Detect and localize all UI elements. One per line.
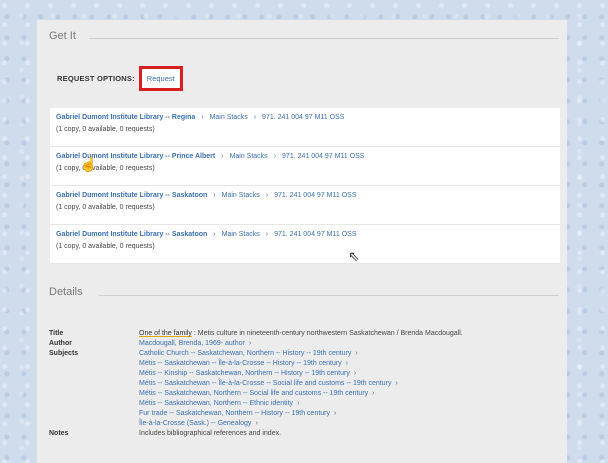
subject-item: Métis -- Kinship -- Saskatchewan, Northe… bbox=[139, 369, 398, 379]
details-heading: Details bbox=[49, 286, 83, 298]
subject-link[interactable]: Catholic Church -- Saskatchewan, Norther… bbox=[139, 350, 351, 357]
detail-row-subjects: Subjects Catholic Church -- Saskatchewan… bbox=[49, 349, 559, 429]
availability-text: (1 copy, 0 available, 0 requests) bbox=[56, 243, 155, 250]
subject-link[interactable]: Métis -- Saskatchewan -- Île-à-la-Crosse… bbox=[139, 380, 391, 387]
availability-text: (1 copy, 0 available, 0 requests) bbox=[56, 165, 155, 172]
chevron-right-icon: › bbox=[213, 192, 216, 199]
chevron-right-icon: › bbox=[265, 192, 269, 199]
availability-text: (1 copy, 0 available, 0 requests) bbox=[56, 126, 155, 133]
holding-row[interactable]: Gabriel Dumont Institute Library -- Prin… bbox=[50, 147, 560, 186]
subject-link[interactable]: Métis -- Kinship -- Saskatchewan, Northe… bbox=[139, 370, 350, 377]
notes-value: Includes bibliographical references and … bbox=[139, 430, 282, 437]
location-link[interactable]: Main Stacks bbox=[210, 114, 248, 121]
chevron-right-icon: › bbox=[395, 380, 398, 387]
divider bbox=[89, 38, 559, 39]
chevron-right-icon: › bbox=[248, 340, 252, 347]
chevron-right-icon: › bbox=[221, 153, 224, 160]
location-link[interactable]: Main Stacks bbox=[222, 192, 260, 199]
chevron-right-icon: › bbox=[372, 390, 375, 397]
holding-row[interactable]: Gabriel Dumont Institute Library -- Regi… bbox=[50, 108, 560, 147]
request-button[interactable]: Request bbox=[138, 66, 183, 91]
detail-row-title: Title One of the family : Metis culture … bbox=[49, 329, 559, 339]
chevron-right-icon: › bbox=[253, 114, 257, 121]
chevron-right-icon: › bbox=[355, 350, 358, 357]
subject-item: Île-à-la-Crosse (Sask.) -- Genealogy › bbox=[139, 419, 398, 429]
holding-location-line: Gabriel Dumont Institute Library -- Sask… bbox=[56, 192, 554, 199]
availability-text: (1 copy, 0 available, 0 requests) bbox=[56, 204, 155, 211]
call-number[interactable]: 971. 241 004 97 M11 OSS bbox=[274, 231, 356, 238]
details-section: Title One of the family : Metis culture … bbox=[49, 329, 559, 439]
call-number[interactable]: 971. 241 004 97 M11 OSS bbox=[274, 192, 356, 199]
subject-item: Catholic Church -- Saskatchewan, Norther… bbox=[139, 349, 398, 359]
location-link[interactable]: Main Stacks bbox=[230, 153, 268, 160]
detail-row-author: Author Macdougall, Brenda, 1969- author › bbox=[49, 339, 559, 349]
subject-item: Métis -- Saskatchewan -- Île-à-la-Crosse… bbox=[139, 379, 398, 389]
subjects-list: Catholic Church -- Saskatchewan, Norther… bbox=[139, 349, 398, 429]
holdings-list: Gabriel Dumont Institute Library -- Regi… bbox=[50, 108, 560, 264]
subject-item: Fur trade -- Saskatchewan, Northern -- H… bbox=[139, 409, 398, 419]
detail-row-notes: Notes Includes bibliographical reference… bbox=[49, 429, 559, 439]
chevron-right-icon: › bbox=[213, 231, 216, 238]
holding-location-line: Gabriel Dumont Institute Library -- Regi… bbox=[56, 114, 554, 121]
holding-row[interactable]: Gabriel Dumont Institute Library -- Sask… bbox=[50, 225, 560, 264]
holding-row[interactable]: Gabriel Dumont Institute Library -- Sask… bbox=[50, 186, 560, 225]
request-options-label: REQUEST OPTIONS: bbox=[57, 74, 135, 83]
chevron-right-icon: › bbox=[201, 114, 204, 121]
chevron-right-icon: › bbox=[297, 400, 300, 407]
title-link[interactable]: One of the family bbox=[139, 330, 192, 337]
record-panel: Get It REQUEST OPTIONS: Request Gabriel … bbox=[37, 20, 567, 463]
chevron-right-icon: › bbox=[334, 410, 337, 417]
chevron-right-icon: › bbox=[265, 231, 269, 238]
subject-link[interactable]: Métis -- Saskatchewan, Northern -- Ethni… bbox=[139, 400, 293, 407]
holding-location-line: Gabriel Dumont Institute Library -- Sask… bbox=[56, 231, 554, 238]
subjects-label: Subjects bbox=[49, 350, 79, 357]
get-it-heading: Get It bbox=[49, 30, 76, 42]
subject-link[interactable]: Métis -- Saskatchewan -- Île-à-la-Crosse… bbox=[139, 360, 342, 367]
arrow-cursor-icon: ⇖ bbox=[348, 248, 360, 264]
request-options: REQUEST OPTIONS: Request bbox=[57, 66, 183, 91]
library-link[interactable]: Gabriel Dumont Institute Library -- Sask… bbox=[56, 192, 207, 199]
title-rest: : Metis culture in nineteenth-century no… bbox=[191, 330, 463, 337]
library-link[interactable]: Gabriel Dumont Institute Library -- Sask… bbox=[56, 231, 207, 238]
notes-label: Notes bbox=[49, 430, 69, 437]
divider bbox=[99, 295, 559, 296]
library-link[interactable]: Gabriel Dumont Institute Library -- Regi… bbox=[56, 114, 195, 121]
subject-item: Métis -- Saskatchewan -- Île-à-la-Crosse… bbox=[139, 359, 398, 369]
chevron-right-icon: › bbox=[345, 360, 349, 367]
subject-link[interactable]: Fur trade -- Saskatchewan, Northern -- H… bbox=[139, 410, 330, 417]
subject-link[interactable]: Île-à-la-Crosse (Sask.) -- Genealogy bbox=[139, 420, 251, 427]
chevron-right-icon: › bbox=[273, 153, 277, 160]
subject-item: Métis -- Saskatchewan, Northern -- Socia… bbox=[139, 389, 398, 399]
author-link[interactable]: Macdougall, Brenda, 1969- author bbox=[139, 340, 245, 347]
location-link[interactable]: Main Stacks bbox=[222, 231, 260, 238]
call-number[interactable]: 971. 241 004 97 M11 OSS bbox=[282, 153, 364, 160]
pointer-cursor-icon: ☝ bbox=[80, 156, 98, 172]
call-number[interactable]: 971. 241 004 97 M11 OSS bbox=[262, 114, 344, 121]
chevron-right-icon: › bbox=[353, 370, 357, 377]
subject-link[interactable]: Métis -- Saskatchewan, Northern -- Socia… bbox=[139, 390, 368, 397]
chevron-right-icon: › bbox=[255, 420, 258, 427]
subject-item: Métis -- Saskatchewan, Northern -- Ethni… bbox=[139, 399, 398, 409]
author-label: Author bbox=[49, 340, 72, 347]
title-label: Title bbox=[49, 330, 64, 337]
holding-location-line: Gabriel Dumont Institute Library -- Prin… bbox=[56, 153, 554, 160]
